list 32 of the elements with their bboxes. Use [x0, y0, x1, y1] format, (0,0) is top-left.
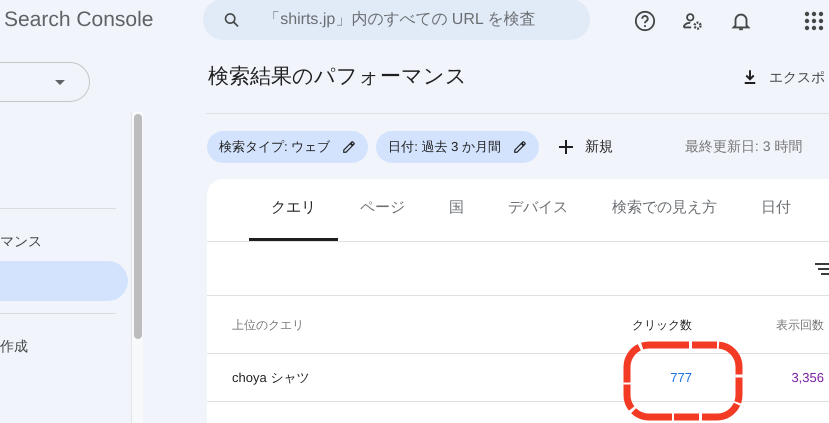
- help-icon[interactable]: [634, 10, 656, 32]
- edit-icon: [512, 140, 527, 154]
- table-cell-text: choya シャツ: [231, 368, 310, 387]
- tab[interactable]: 日付: [739, 179, 813, 241]
- search-field[interactable]: 「shirts.jp」内のすべての URL を検査: [264, 8, 570, 32]
- filter-chip[interactable]: 検索タイプ: ウェブ: [207, 130, 368, 162]
- sidebar-item[interactable]: マンス: [0, 221, 116, 261]
- filter-chip[interactable]: 日付: 過去 3 か月間: [376, 130, 539, 162]
- tab[interactable]: クエリ: [249, 179, 338, 241]
- search-icon: [223, 10, 240, 28]
- tab[interactable]: 検索での見え方: [590, 179, 739, 241]
- page-title: 検索結果のパフォーマンス: [207, 64, 467, 90]
- new-filter-button[interactable]: 新規: [558, 136, 613, 157]
- tab[interactable]: 国: [427, 179, 486, 241]
- column-header[interactable]: 表示回数: [692, 316, 824, 334]
- last-updated-text: 最終更新日: 3 時間: [684, 137, 802, 156]
- sidebar-item[interactable]: 作成: [0, 326, 116, 366]
- tab[interactable]: ページ: [338, 179, 427, 241]
- dropdown-caret-icon: [55, 80, 65, 84]
- column-header[interactable]: クリック数: [552, 316, 692, 334]
- app-title: Search Console: [4, 7, 154, 34]
- table-cell-text: 3,356: [790, 368, 824, 387]
- apps-icon[interactable]: [804, 10, 824, 30]
- plus-icon: [558, 140, 573, 154]
- edit-icon: [342, 140, 356, 154]
- tab[interactable]: デバイス: [486, 179, 590, 241]
- scrollbar-thumb[interactable]: [134, 114, 142, 339]
- export-button[interactable]: エクスポ: [741, 66, 825, 88]
- search-bar[interactable]: 「shirts.jp」内のすべての URL を検査: [203, 0, 590, 40]
- filter-icon[interactable]: [815, 262, 829, 274]
- column-header[interactable]: 上位のクエリ: [207, 316, 552, 334]
- table-cell-text: 777: [669, 368, 692, 387]
